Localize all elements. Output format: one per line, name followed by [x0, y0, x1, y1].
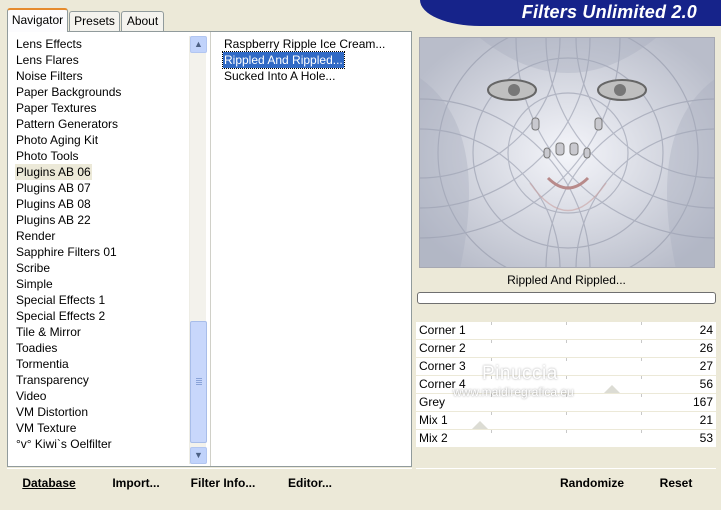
- scroll-up-button[interactable]: ▲: [190, 36, 207, 53]
- slider-tick: [641, 358, 642, 361]
- category-item[interactable]: Video: [15, 388, 47, 404]
- parameter-slider-mix-2[interactable]: Mix 2 53: [416, 430, 716, 448]
- watermark-url: www.maidiregrafica.eu: [453, 385, 574, 399]
- slider-tick: [491, 322, 492, 325]
- category-item[interactable]: Plugins AB 22: [15, 212, 92, 228]
- slider-tick: [491, 340, 492, 343]
- scroll-thumb[interactable]: [190, 321, 207, 443]
- category-item[interactable]: Tormentia: [15, 356, 70, 372]
- parameter-label: Grey: [419, 395, 446, 409]
- slider-tick: [641, 322, 642, 325]
- filter-browser: Lens Effects Lens Flares Noise Filters Pape…: [7, 31, 412, 467]
- slider-tick: [641, 376, 642, 379]
- parameter-slider-corner-1[interactable]: Corner 1 24: [416, 322, 716, 340]
- slider-tick: [566, 412, 567, 415]
- parameter-value: 53: [699, 431, 713, 445]
- parameter-label: Corner 2: [419, 341, 466, 355]
- slider-tick: [641, 394, 642, 397]
- category-item[interactable]: Pattern Generators: [15, 116, 119, 132]
- parameter-slider-corner-2[interactable]: Corner 2 26: [416, 340, 716, 358]
- category-item[interactable]: Plugins AB 08: [15, 196, 92, 212]
- app-title-banner: Filters Unlimited 2.0: [420, 0, 721, 26]
- category-item[interactable]: Plugins AB 07: [15, 180, 92, 196]
- category-item[interactable]: Render: [15, 228, 56, 244]
- scroll-down-button[interactable]: ▼: [190, 447, 207, 464]
- category-list[interactable]: Lens Effects Lens Flares Noise Filters Pape…: [8, 32, 211, 466]
- editor-button[interactable]: Editor...: [284, 471, 336, 497]
- grip-icon: [196, 378, 202, 386]
- category-item[interactable]: Tile & Mirror: [15, 324, 82, 340]
- category-item[interactable]: Paper Backgrounds: [15, 84, 122, 100]
- slider-tick: [491, 412, 492, 415]
- preview-filter-name: Rippled And Rippled...: [507, 273, 626, 287]
- parameter-label: Corner 1: [419, 323, 466, 337]
- app-title: Filters Unlimited 2.0: [521, 2, 697, 22]
- parameter-value: 21: [699, 413, 713, 427]
- tab-navigator[interactable]: Navigator: [7, 8, 68, 32]
- slider-tick: [491, 430, 492, 433]
- progress-bar: [417, 292, 716, 304]
- parameter-label: Mix 1: [419, 413, 448, 427]
- filter-item[interactable]: Raspberry Ripple Ice Cream...: [223, 36, 386, 52]
- filter-item[interactable]: Rippled And Rippled...: [222, 51, 345, 69]
- watermark-name: Pinuccia: [482, 363, 558, 384]
- import-button[interactable]: Import...: [106, 471, 166, 497]
- slider-tick: [566, 376, 567, 379]
- tab-presets[interactable]: Presets: [69, 11, 120, 31]
- slider-marker-icon: [604, 385, 620, 393]
- category-item[interactable]: Noise Filters: [15, 68, 84, 84]
- category-item[interactable]: °v° Kiwi`s Oelfilter: [15, 436, 113, 452]
- filter-list[interactable]: Raspberry Ripple Ice Cream... Rippled And…: [211, 32, 411, 466]
- parameter-value: 167: [692, 395, 713, 409]
- category-item[interactable]: Sapphire Filters 01: [15, 244, 118, 260]
- category-item[interactable]: Transparency: [15, 372, 90, 388]
- category-item[interactable]: VM Distortion: [15, 404, 89, 420]
- parameter-value: 24: [699, 323, 713, 337]
- category-item[interactable]: Photo Tools: [15, 148, 80, 164]
- category-item[interactable]: Paper Textures: [15, 100, 98, 116]
- chevron-up-icon: ▲: [194, 39, 203, 49]
- slider-tick: [641, 340, 642, 343]
- tab-about[interactable]: About: [121, 11, 164, 31]
- parameter-label: Corner 3: [419, 359, 466, 373]
- slider-tick: [566, 340, 567, 343]
- category-item[interactable]: Simple: [15, 276, 54, 292]
- preview-image: [419, 37, 715, 268]
- parameter-slider-mix-1[interactable]: Mix 1 21: [416, 412, 716, 430]
- category-item[interactable]: Special Effects 1: [15, 292, 106, 308]
- category-item[interactable]: Photo Aging Kit: [15, 132, 99, 148]
- category-item[interactable]: Lens Flares: [15, 52, 80, 68]
- slider-marker-icon: [472, 421, 488, 429]
- category-scrollbar[interactable]: ▲ ▼: [189, 36, 207, 464]
- slider-tick: [566, 358, 567, 361]
- category-item[interactable]: Toadies: [15, 340, 58, 356]
- slider-tick: [566, 322, 567, 325]
- parameter-label: Mix 2: [419, 431, 448, 445]
- category-item[interactable]: Plugins AB 06: [15, 164, 92, 180]
- category-item[interactable]: Scribe: [15, 260, 51, 276]
- category-item[interactable]: Lens Effects: [15, 36, 83, 52]
- parameter-slider-corner-3[interactable]: Corner 3 27: [416, 358, 716, 376]
- filter-info-button[interactable]: Filter Info...: [186, 471, 260, 497]
- parameter-value: 56: [699, 377, 713, 391]
- chevron-down-icon: ▼: [194, 450, 203, 460]
- database-button[interactable]: Database: [14, 471, 84, 497]
- parameter-value: 26: [699, 341, 713, 355]
- category-item[interactable]: Special Effects 2: [15, 308, 106, 324]
- category-item[interactable]: VM Texture: [15, 420, 77, 436]
- slider-tick: [491, 358, 492, 361]
- slider-tick: [566, 430, 567, 433]
- filter-item[interactable]: Sucked Into A Hole...: [223, 68, 336, 84]
- randomize-button[interactable]: Randomize: [552, 471, 632, 497]
- slider-tick: [641, 412, 642, 415]
- reset-button[interactable]: Reset: [650, 471, 702, 497]
- slider-tick: [641, 430, 642, 433]
- parameter-value: 27: [699, 359, 713, 373]
- rippled-preview-image: [420, 38, 714, 267]
